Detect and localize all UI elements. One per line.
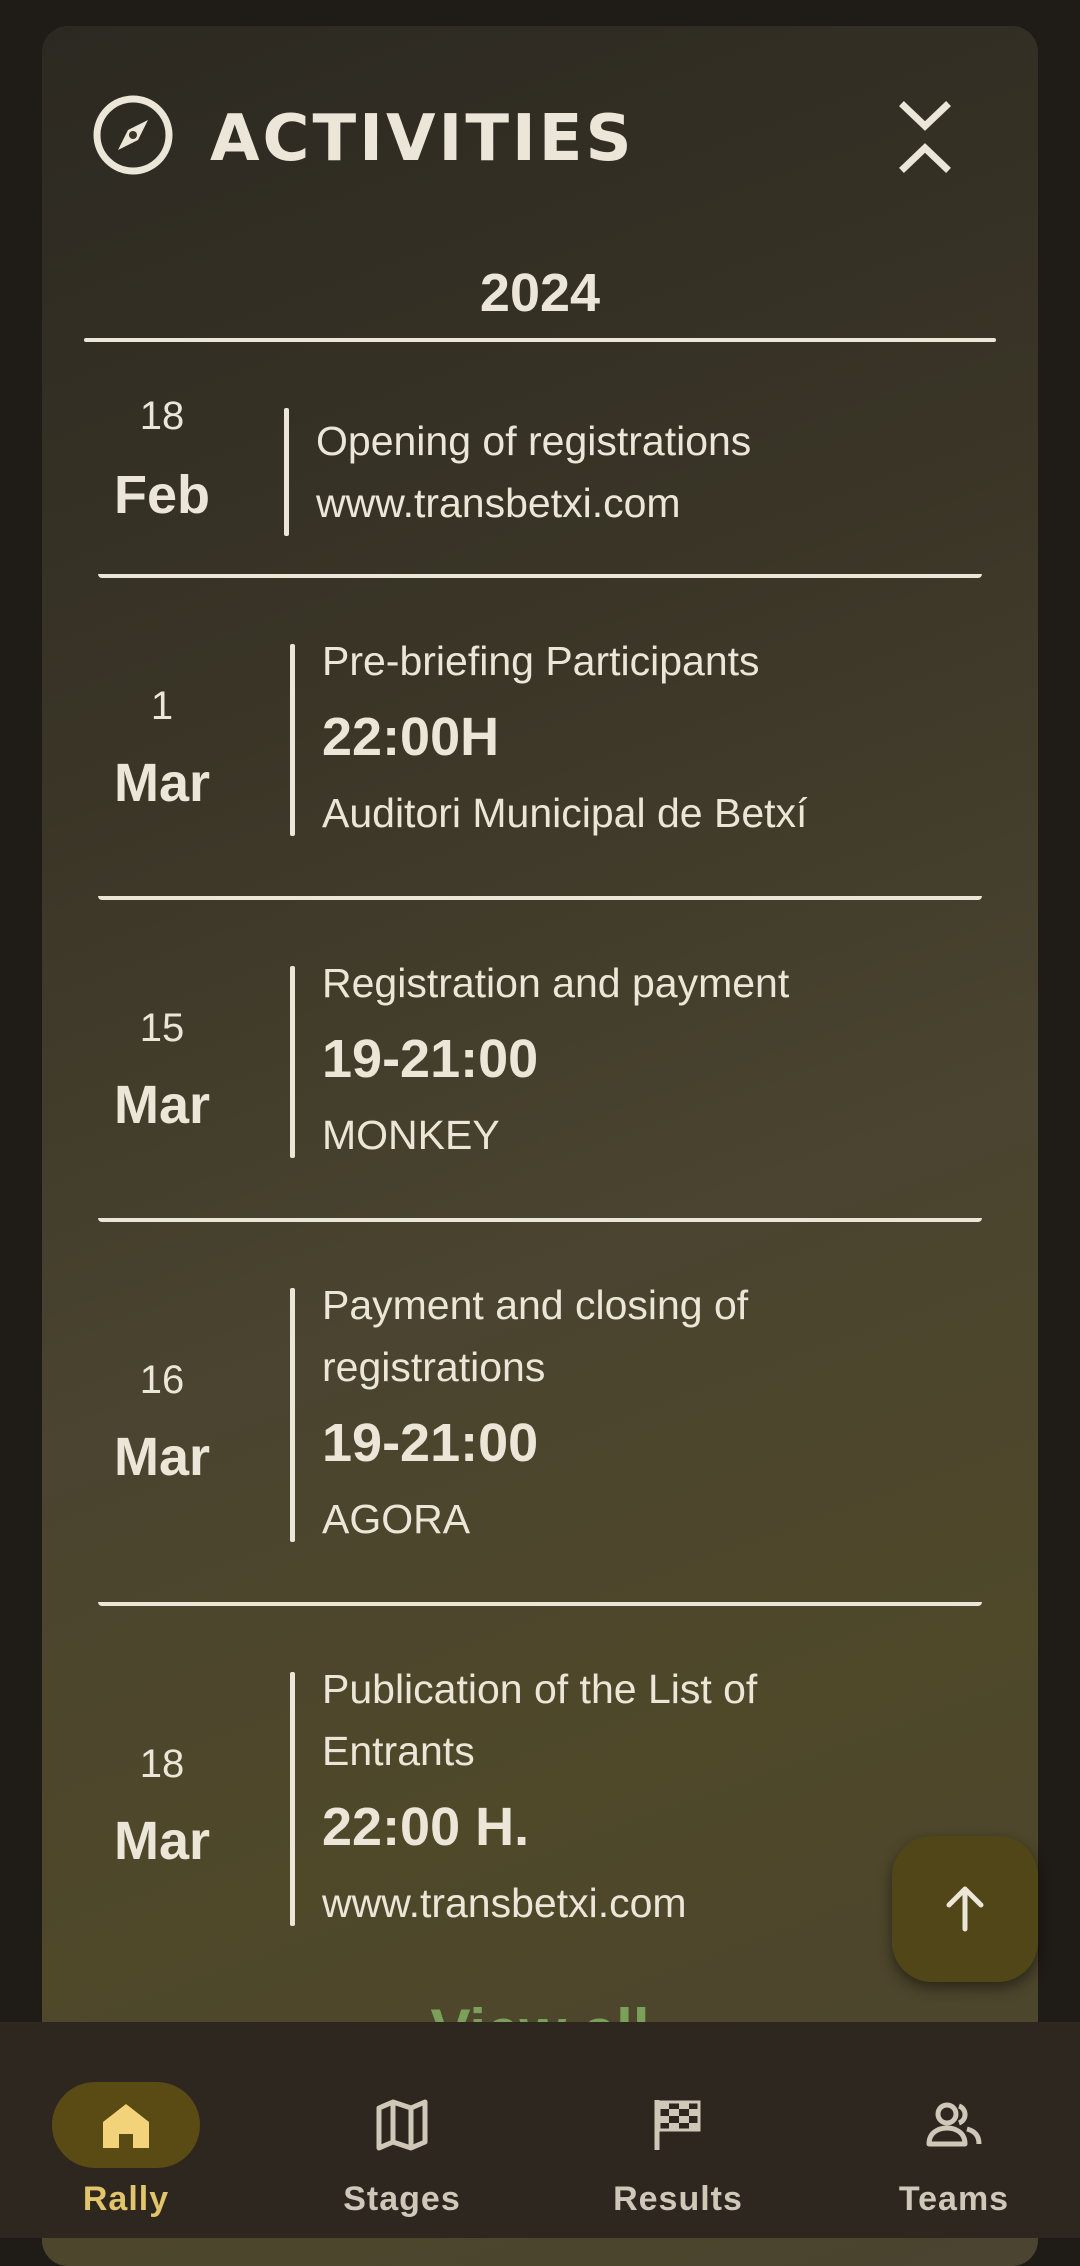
event-day: 16 [139, 1358, 185, 1402]
event-separator [98, 574, 982, 578]
event-time: 22:00H [322, 707, 500, 767]
event-day: 1 [150, 684, 174, 728]
nav-label: Stages [343, 2180, 461, 2218]
page-title: ACTIVITIES [210, 102, 635, 176]
event-divider [290, 1288, 295, 1542]
event-separator [98, 896, 982, 900]
event-item[interactable]: 1 Mar Pre-briefing Participants 22:00H A… [42, 626, 1038, 896]
event-time: 19-21:00 [322, 1413, 539, 1473]
event-item[interactable]: 15 Mar Registration and payment 19-21:00… [42, 948, 1038, 1218]
event-item[interactable]: 16 Mar Payment and closing of registrati… [42, 1270, 1038, 1600]
arrow-up-icon [946, 1886, 984, 1932]
event-month: Mar [113, 1811, 211, 1871]
event-day: 18 [139, 394, 185, 438]
event-title: Opening of registrations [316, 418, 752, 464]
event-date: 15 Mar [102, 1008, 222, 1132]
nav-item-rally[interactable]: Rally [26, 2052, 226, 2222]
people-icon [926, 2102, 982, 2147]
event-month: Mar [113, 1427, 211, 1487]
event-title: registrations [322, 1344, 546, 1390]
year-heading: 2024 [479, 263, 601, 323]
event-title: Registration and payment [322, 960, 790, 1006]
event-info: Publication of the List of Entrants 22:0… [322, 1658, 962, 1934]
event-day: 15 [139, 1006, 185, 1050]
event-title: Pre-briefing Participants [322, 638, 760, 684]
checkered-flag-icon [654, 2100, 701, 2150]
nav-item-results[interactable]: Results [578, 2052, 778, 2222]
event-separator [98, 1602, 982, 1606]
event-info: Opening of registrations www.transbetxi.… [316, 410, 956, 534]
event-divider [290, 1672, 295, 1926]
event-item[interactable]: 18 Feb Opening of registrations www.tran… [42, 366, 1038, 606]
event-title: Entrants [322, 1728, 475, 1774]
event-time: 19-21:00 [322, 1029, 539, 1089]
event-place: AGORA [322, 1496, 471, 1542]
nav-item-teams[interactable]: Teams [854, 2052, 1054, 2222]
activities-header: ACTIVITIES [42, 26, 1038, 256]
event-info: Pre-briefing Participants 22:00H Auditor… [322, 630, 962, 844]
event-month: Mar [113, 1075, 211, 1135]
event-month: Feb [113, 465, 210, 525]
event-info: Registration and payment 19-21:00 MONKEY [322, 952, 962, 1166]
nav-label: Rally [82, 2180, 170, 2218]
home-icon [103, 2104, 149, 2148]
event-title: Payment and closing of [322, 1282, 749, 1328]
event-item[interactable]: 18 Mar Publication of the List of Entran… [42, 1654, 1038, 1984]
collapse-icon[interactable] [880, 92, 970, 182]
event-date: 18 Feb [102, 396, 222, 522]
map-icon [376, 2099, 428, 2151]
event-title: Publication of the List of [322, 1666, 758, 1712]
event-month: Mar [113, 753, 211, 813]
event-day: 18 [139, 1742, 185, 1786]
event-divider [290, 644, 295, 836]
nav-item-stages[interactable]: Stages [302, 2052, 502, 2222]
event-link[interactable]: www.transbetxi.com [316, 472, 956, 534]
event-divider [284, 408, 289, 536]
event-time: 22:00 H. [322, 1797, 530, 1857]
scroll-to-top-button[interactable] [892, 1836, 1038, 1982]
activities-card: ACTIVITIES 2024 18 Feb Opening of regist… [42, 26, 1038, 2266]
event-separator [98, 1218, 982, 1222]
event-date: 1 Mar [102, 686, 222, 810]
compass-icon [93, 95, 173, 175]
nav-label: Teams [898, 2180, 1010, 2218]
bottom-navigation: Rally Stages Results Teams [0, 2022, 1080, 2238]
event-divider [290, 966, 295, 1158]
event-place: Auditori Municipal de Betxí [322, 790, 808, 836]
event-date: 18 Mar [102, 1744, 222, 1868]
event-link[interactable]: www.transbetxi.com [322, 1872, 962, 1934]
event-place: MONKEY [322, 1112, 500, 1158]
year-divider [84, 338, 996, 342]
nav-label: Results [613, 2180, 743, 2218]
event-date: 16 Mar [102, 1360, 222, 1484]
event-info: Payment and closing of registrations 19-… [322, 1274, 962, 1550]
